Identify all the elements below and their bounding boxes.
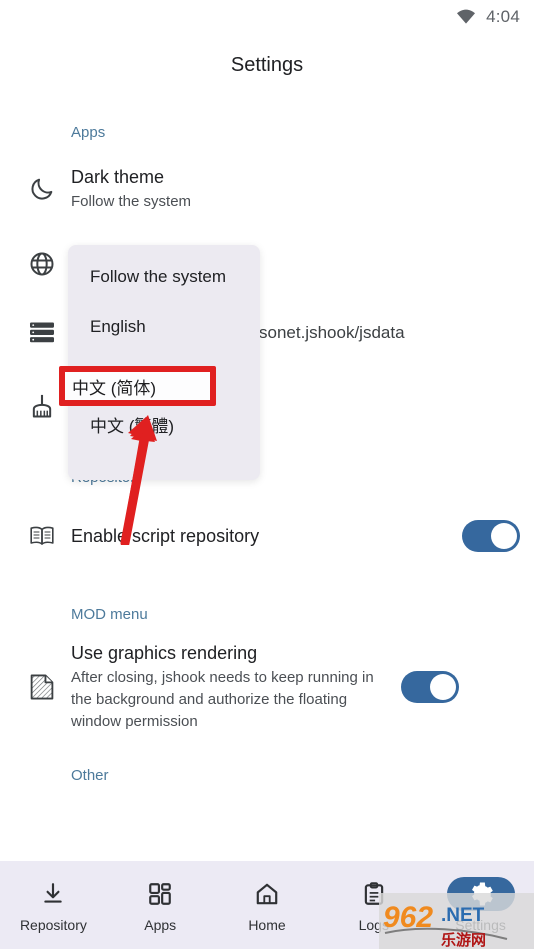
nav-label: Settings [455, 917, 506, 933]
dropdown-item-english[interactable]: English [68, 301, 260, 351]
section-header-mod-menu: MOD menu [71, 606, 148, 623]
nav-label: Apps [144, 917, 177, 933]
setting-subtitle: Follow the system [71, 193, 192, 210]
open-book-icon [14, 524, 71, 548]
clipboard-icon [361, 877, 387, 911]
setting-row-enable-script-repository[interactable]: Enable script repository [0, 508, 534, 564]
nav-item-repository[interactable]: Repository [0, 861, 107, 949]
globe-icon [14, 250, 71, 278]
nav-label: Repository [19, 917, 87, 933]
nav-label: Home [248, 917, 286, 933]
annotation-highlight-label: 中文 (简体) [72, 378, 157, 398]
nav-item-apps[interactable]: Apps [107, 861, 214, 949]
data-path-value: sonet.jshook/jsdata [259, 323, 405, 342]
graphics-page-icon [14, 672, 71, 702]
status-bar: 4:04 [0, 0, 534, 34]
gear-icon [446, 877, 515, 911]
nav-item-home[interactable]: Home [214, 861, 321, 949]
phone-screen: 4:04 Settings Apps Dark theme Follow the… [0, 0, 534, 949]
setting-subtitle: After closing, jshook needs to keep runn… [71, 669, 374, 730]
download-icon [40, 877, 66, 911]
section-header-other: Other [71, 767, 109, 784]
setting-title: Dark theme [71, 167, 165, 187]
setting-title: Use graphics rendering [71, 643, 258, 663]
section-header-apps: Apps [71, 124, 106, 141]
storage-icon [14, 320, 71, 344]
moon-icon [14, 175, 71, 203]
grid-icon [147, 877, 173, 911]
dropdown-item-chinese-traditional[interactable]: 中文 (繁體) [68, 401, 260, 451]
dropdown-item-follow-the-system[interactable]: Follow the system [68, 251, 260, 301]
app-bar: Settings [0, 34, 534, 96]
status-bar-clock: 4:04 [486, 7, 520, 26]
bottom-navigation-bar: Repository Apps Home Logs Settings [0, 861, 534, 949]
toggle-use-graphics-rendering[interactable] [401, 671, 459, 703]
nav-item-logs[interactable]: Logs [320, 861, 427, 949]
setting-title: Enable script repository [71, 526, 260, 546]
home-icon [254, 877, 280, 911]
language-dropdown-menu[interactable]: Follow the system English 中文 (繁體) [68, 245, 260, 480]
toggle-enable-script-repository[interactable] [462, 520, 520, 552]
setting-row-use-graphics-rendering[interactable]: Use graphics rendering After closing, js… [0, 641, 534, 733]
setting-row-dark-theme[interactable]: Dark theme Follow the system [0, 161, 534, 217]
toggle-knob [430, 674, 456, 700]
nav-label: Logs [358, 917, 389, 933]
toggle-knob [491, 523, 517, 549]
wifi-icon [456, 9, 486, 25]
page-title: Settings [230, 53, 304, 76]
nav-item-settings[interactable]: Settings [427, 861, 534, 949]
